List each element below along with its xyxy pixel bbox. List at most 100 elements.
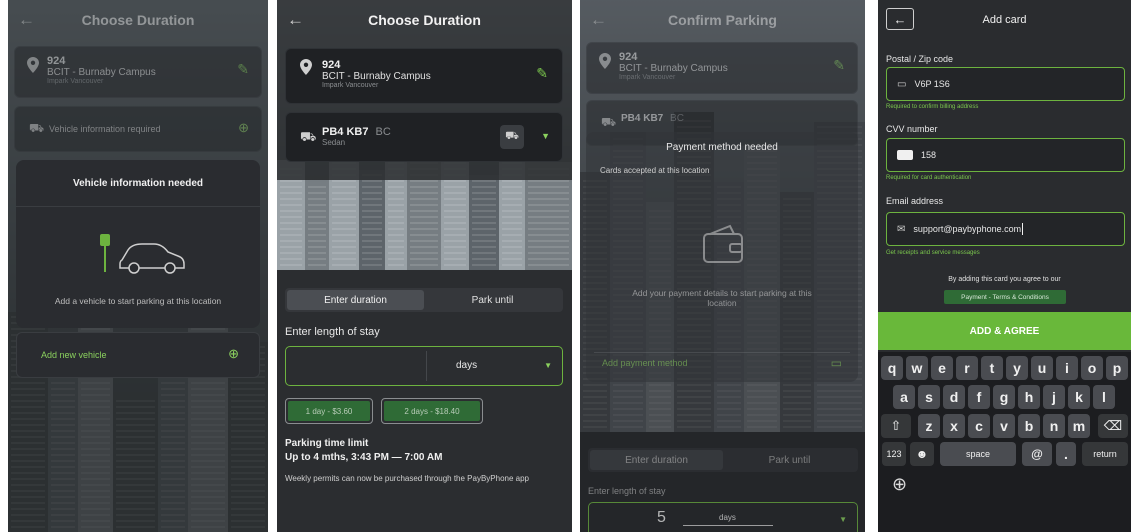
map-icon: ▭ bbox=[897, 78, 907, 90]
email-field[interactable]: ✉ support@paybyphone.com bbox=[886, 212, 1125, 246]
chevron-down-icon[interactable]: ▼ bbox=[839, 515, 847, 524]
car-icon: ⛟ bbox=[29, 121, 45, 135]
add-new-vehicle-label: Add new vehicle bbox=[41, 350, 107, 360]
key-x[interactable]: x bbox=[943, 414, 965, 438]
back-arrow-icon[interactable]: ← bbox=[886, 8, 914, 30]
key-g[interactable]: g bbox=[993, 385, 1015, 409]
add-and-agree-button[interactable]: ADD & AGREE bbox=[878, 312, 1131, 350]
tab-enter-duration[interactable]: Enter duration bbox=[590, 450, 723, 470]
cvv-help: Required for card authentication bbox=[886, 175, 972, 181]
key-e[interactable]: e bbox=[931, 356, 953, 380]
key-l[interactable]: l bbox=[1093, 385, 1115, 409]
cvv-field[interactable]: 158 bbox=[886, 138, 1125, 172]
envelope-icon: ✉ bbox=[897, 223, 906, 235]
at-key[interactable]: @ bbox=[1022, 442, 1052, 466]
key-t[interactable]: t bbox=[981, 356, 1003, 380]
parking-meter-car-icon bbox=[100, 234, 185, 274]
duration-input[interactable]: 5 days ▼ bbox=[588, 502, 858, 532]
key-i[interactable]: i bbox=[1056, 356, 1078, 380]
shift-key-icon[interactable]: ⇧ bbox=[881, 414, 911, 438]
key-n[interactable]: n bbox=[1043, 414, 1065, 438]
terms-link[interactable]: Payment - Terms & Conditions bbox=[944, 290, 1066, 304]
add-payment-method-link[interactable]: Add payment method bbox=[602, 358, 688, 368]
tab-park-until[interactable]: Park until bbox=[424, 290, 561, 310]
top-bar: ← Choose Duration bbox=[8, 0, 268, 40]
key-v[interactable]: v bbox=[993, 414, 1015, 438]
edit-pencil-icon[interactable]: ✎ bbox=[237, 61, 249, 78]
key-a[interactable]: a bbox=[893, 385, 915, 409]
location-id: 924 bbox=[619, 51, 638, 63]
back-arrow-icon[interactable]: ← bbox=[287, 10, 304, 30]
emoji-key-icon[interactable]: ☻ bbox=[910, 442, 934, 466]
cvv-label: CVV number bbox=[886, 124, 938, 134]
location-card[interactable]: 924 BCIT - Burnaby Campus Impark Vancouv… bbox=[586, 42, 858, 94]
add-new-vehicle-button[interactable]: Add new vehicle ⊕ bbox=[16, 332, 260, 378]
back-arrow-icon[interactable]: ← bbox=[590, 10, 607, 30]
stay-label: Enter length of stay bbox=[285, 326, 380, 338]
page-title: Choose Duration bbox=[368, 12, 481, 28]
key-z[interactable]: z bbox=[918, 414, 940, 438]
vehicle-region: BC bbox=[670, 113, 684, 124]
key-j[interactable]: j bbox=[1043, 385, 1065, 409]
preset-chip-2-label: 2 days - $18.40 bbox=[384, 401, 480, 421]
key-q[interactable]: q bbox=[881, 356, 903, 380]
duration-mode-tabs: Enter duration Park until bbox=[588, 448, 858, 472]
vehicle-required-card[interactable]: ⛟ Vehicle information required ⊕ bbox=[14, 106, 262, 152]
postal-field[interactable]: ▭ V6P 1S6 bbox=[886, 67, 1125, 101]
key-p[interactable]: p bbox=[1106, 356, 1128, 380]
duration-mode-tabs: Enter duration Park until bbox=[285, 288, 563, 312]
location-name: BCIT - Burnaby Campus bbox=[47, 67, 156, 78]
duration-value: 5 bbox=[657, 509, 666, 526]
back-arrow-icon[interactable]: ← bbox=[18, 10, 35, 30]
location-name: BCIT - Burnaby Campus bbox=[619, 63, 728, 74]
key-o[interactable]: o bbox=[1081, 356, 1103, 380]
vehicle-card[interactable]: ⛟ PB4 KB7 BC Sedan ⛟ ▼ bbox=[285, 112, 563, 162]
key-k[interactable]: k bbox=[1068, 385, 1090, 409]
tab-enter-duration[interactable]: Enter duration bbox=[287, 290, 424, 310]
top-bar: ← Add card bbox=[878, 0, 1131, 40]
tab-park-until[interactable]: Park until bbox=[723, 450, 856, 470]
location-card[interactable]: 924 BCIT - Burnaby Campus Impark Vancouv… bbox=[14, 46, 262, 98]
page-title: Add card bbox=[982, 14, 1027, 26]
preset-chip-1-label: 1 day - $3.60 bbox=[288, 401, 370, 421]
vehicle-plate: PB4 KB7 bbox=[621, 113, 664, 124]
chevron-down-icon[interactable]: ▼ bbox=[544, 361, 552, 370]
key-m[interactable]: m bbox=[1068, 414, 1090, 438]
key-u[interactable]: u bbox=[1031, 356, 1053, 380]
key-r[interactable]: r bbox=[956, 356, 978, 380]
preset-chip-1[interactable]: 1 day - $3.60 bbox=[285, 398, 373, 424]
globe-icon[interactable]: ⊕ bbox=[892, 474, 907, 495]
edit-pencil-icon[interactable]: ✎ bbox=[536, 65, 548, 82]
top-bar: ← Choose Duration bbox=[277, 0, 572, 40]
vehicle-needed-modal: Vehicle information needed Add a vehicle… bbox=[16, 160, 260, 328]
key-y[interactable]: y bbox=[1006, 356, 1028, 380]
key-s[interactable]: s bbox=[918, 385, 940, 409]
payment-needed-modal: Payment method needed Cards accepted at … bbox=[586, 132, 858, 382]
chevron-down-icon[interactable]: ▼ bbox=[541, 131, 550, 141]
preset-chip-2[interactable]: 2 days - $18.40 bbox=[381, 398, 483, 424]
key-f[interactable]: f bbox=[968, 385, 990, 409]
location-id: 924 bbox=[47, 55, 66, 67]
location-operator: Impark Vancouver bbox=[619, 74, 676, 81]
return-key[interactable]: return bbox=[1082, 442, 1128, 466]
key-h[interactable]: h bbox=[1018, 385, 1040, 409]
location-card[interactable]: 924 BCIT - Burnaby Campus Impark Vancouv… bbox=[285, 48, 563, 104]
add-vehicle-icon[interactable]: ⊕ bbox=[238, 120, 249, 136]
num-key[interactable]: 123 bbox=[882, 442, 906, 466]
card-plus-icon[interactable]: ▭ bbox=[831, 356, 842, 370]
key-b[interactable]: b bbox=[1018, 414, 1040, 438]
email-help: Get receipts and service messages bbox=[886, 250, 980, 256]
card-icon bbox=[897, 150, 913, 160]
add-vehicle-plus-icon: ⊕ bbox=[228, 346, 239, 361]
modal-body: Add your payment details to start parkin… bbox=[632, 288, 812, 308]
dot-key[interactable]: . bbox=[1056, 442, 1076, 466]
duration-input[interactable]: days ▼ bbox=[285, 346, 563, 386]
backspace-key-icon[interactable]: ⌫ bbox=[1098, 414, 1128, 438]
space-key[interactable]: space bbox=[940, 442, 1016, 466]
key-w[interactable]: w bbox=[906, 356, 928, 380]
key-d[interactable]: d bbox=[943, 385, 965, 409]
edit-pencil-icon[interactable]: ✎ bbox=[833, 57, 845, 74]
screen-add-card: ← Add card Postal / Zip code ▭ V6P 1S6 R… bbox=[878, 0, 1131, 532]
wallet-icon bbox=[703, 224, 743, 263]
key-c[interactable]: c bbox=[968, 414, 990, 438]
